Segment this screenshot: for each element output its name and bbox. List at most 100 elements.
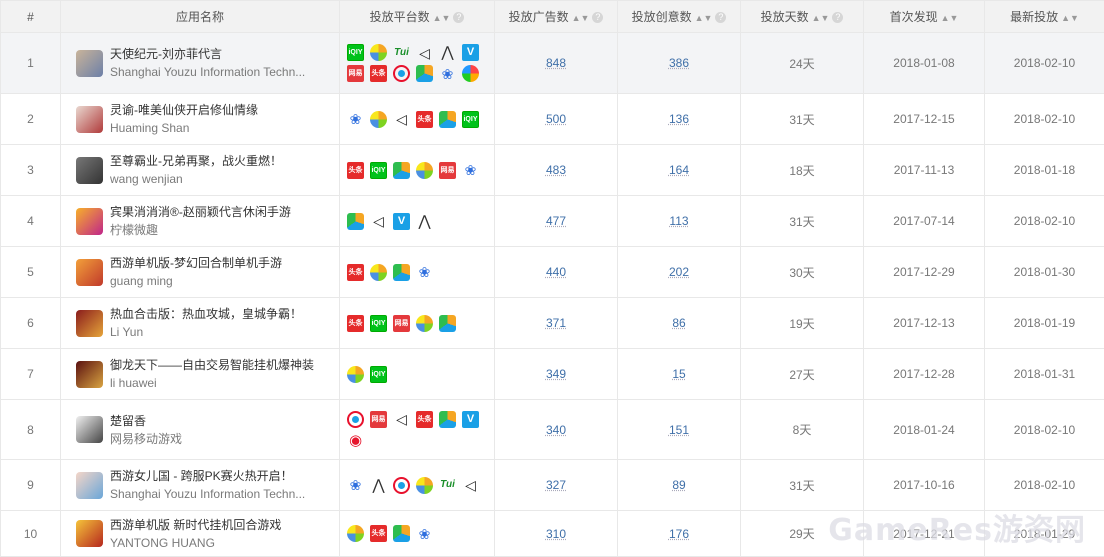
col-creatives[interactable]: 投放创意数▲▼? bbox=[618, 1, 741, 33]
fan-icon[interactable] bbox=[370, 264, 387, 281]
unity-icon[interactable]: ◁ bbox=[462, 477, 479, 494]
table-row[interactable]: 7御龙天下——自由交易智能挂机爆神装li huaweiiQIY3491527天2… bbox=[1, 349, 1104, 400]
col-days[interactable]: 投放天数▲▼? bbox=[741, 1, 864, 33]
huluwa-icon[interactable] bbox=[439, 411, 456, 428]
app-cell[interactable]: 灵谕-唯美仙侠开启修仙情缘Huaming Shan bbox=[61, 94, 340, 145]
huluwa-icon[interactable] bbox=[393, 525, 410, 542]
unity-icon[interactable]: ◁ bbox=[393, 411, 410, 428]
ads-count-link[interactable]: 310 bbox=[546, 527, 566, 541]
app-cell[interactable]: 西游单机版-梦幻回合制单机手游guang ming bbox=[61, 247, 340, 298]
toutiao-icon[interactable]: 头条 bbox=[347, 315, 364, 332]
baidu-icon[interactable]: ❀ bbox=[416, 264, 433, 281]
creatives-count-link[interactable]: 15 bbox=[672, 367, 685, 381]
vivo-icon[interactable]: V bbox=[462, 44, 479, 61]
help-icon[interactable]: ? bbox=[832, 12, 843, 23]
huluwa-icon[interactable] bbox=[393, 162, 410, 179]
tui-icon[interactable]: Tui bbox=[439, 477, 456, 494]
table-row[interactable]: 5西游单机版-梦幻回合制单机手游guang ming头条❀44020230天20… bbox=[1, 247, 1104, 298]
baidu-icon[interactable]: ❀ bbox=[347, 111, 364, 128]
app-icon-bingo[interactable] bbox=[76, 208, 103, 235]
ads-count-link[interactable]: 848 bbox=[546, 56, 566, 70]
sort-icon[interactable]: ▲▼ bbox=[941, 13, 959, 23]
toutiao-icon[interactable]: 头条 bbox=[347, 264, 364, 281]
app-name-link[interactable]: 西游女儿国 - 跨服PK赛火热开启！ bbox=[110, 467, 325, 485]
fan-icon[interactable] bbox=[347, 366, 364, 383]
creatives-count-link[interactable]: 386 bbox=[669, 56, 689, 70]
sort-icon[interactable]: ▲▼ bbox=[572, 13, 590, 23]
ads-count-link[interactable]: 327 bbox=[546, 478, 566, 492]
arrow-icon[interactable]: ⋀ bbox=[416, 213, 433, 230]
huluwa-icon[interactable] bbox=[416, 65, 433, 82]
iqiyi-icon[interactable]: iQIY bbox=[370, 162, 387, 179]
creatives-count-link[interactable]: 89 bbox=[672, 478, 685, 492]
tencent-video-icon[interactable] bbox=[347, 411, 364, 428]
huluwa-icon[interactable] bbox=[347, 213, 364, 230]
app-name-link[interactable]: 西游单机版 新时代挂机回合游戏 bbox=[110, 516, 325, 534]
fan-icon[interactable] bbox=[370, 44, 387, 61]
app-icon-xiyou2[interactable] bbox=[76, 520, 103, 547]
tui-icon[interactable]: Tui bbox=[393, 44, 410, 61]
ads-count-link[interactable]: 440 bbox=[546, 265, 566, 279]
sort-icon[interactable]: ▲▼ bbox=[695, 13, 713, 23]
toutiao-icon[interactable]: 头条 bbox=[347, 162, 364, 179]
ads-count-link[interactable]: 477 bbox=[546, 214, 566, 228]
unity-icon[interactable]: ◁ bbox=[393, 111, 410, 128]
fan-icon[interactable] bbox=[416, 162, 433, 179]
app-icon-chuliuxiang[interactable] bbox=[76, 416, 103, 443]
table-row[interactable]: 3至尊霸业-兄弟再聚，战火重燃！wang wenjian头条iQIY网易❀483… bbox=[1, 145, 1104, 196]
toutiao-icon[interactable]: 头条 bbox=[416, 111, 433, 128]
tencent-video-icon[interactable] bbox=[393, 65, 410, 82]
toutiao-icon[interactable]: 头条 bbox=[370, 65, 387, 82]
app-cell[interactable]: 西游女儿国 - 跨服PK赛火热开启！Shanghai Youzu Informa… bbox=[61, 460, 340, 511]
col-latest[interactable]: 最新投放▲▼ bbox=[985, 1, 1104, 33]
sort-icon[interactable]: ▲▼ bbox=[1061, 13, 1079, 23]
wangyi-icon[interactable]: 网易 bbox=[393, 315, 410, 332]
app-icon-yulong[interactable] bbox=[76, 361, 103, 388]
tencent-video-icon[interactable] bbox=[393, 477, 410, 494]
table-row[interactable]: 1天使纪元-刘亦菲代言Shanghai Youzu Information Te… bbox=[1, 33, 1104, 94]
table-row[interactable]: 8楚留香网易移动游戏网易◁头条V◉3401518天2018-01-242018-… bbox=[1, 400, 1104, 460]
table-row[interactable]: 2灵谕-唯美仙侠开启修仙情缘Huaming Shan❀◁头条iQIY500136… bbox=[1, 94, 1104, 145]
sort-icon[interactable]: ▲▼ bbox=[812, 13, 830, 23]
app-name-link[interactable]: 至尊霸业-兄弟再聚，战火重燃！ bbox=[110, 152, 325, 170]
iqiyi-icon[interactable]: iQIY bbox=[370, 315, 387, 332]
app-cell[interactable]: 天使纪元-刘亦菲代言Shanghai Youzu Information Tec… bbox=[61, 33, 340, 94]
app-cell[interactable]: 宾果消消消®-赵丽颖代言休闲手游柠檬微趣 bbox=[61, 196, 340, 247]
unity-icon[interactable]: ◁ bbox=[370, 213, 387, 230]
ads-count-link[interactable]: 483 bbox=[546, 163, 566, 177]
app-cell[interactable]: 楚留香网易移动游戏 bbox=[61, 400, 340, 460]
creatives-count-link[interactable]: 136 bbox=[669, 112, 689, 126]
baidu-icon[interactable]: ❀ bbox=[439, 65, 456, 82]
toutiao-icon[interactable]: 头条 bbox=[416, 411, 433, 428]
arrow-icon[interactable]: ⋀ bbox=[370, 477, 387, 494]
app-name-link[interactable]: 御龙天下——自由交易智能挂机爆神装 bbox=[110, 356, 325, 374]
huluwa-icon[interactable] bbox=[393, 264, 410, 281]
col-platforms[interactable]: 投放平台数▲▼? bbox=[340, 1, 495, 33]
app-name-link[interactable]: 热血合击版：热血攻城，皇城争霸！ bbox=[110, 305, 325, 323]
app-cell[interactable]: 御龙天下——自由交易智能挂机爆神装li huawei bbox=[61, 349, 340, 400]
wangyi-icon[interactable]: 网易 bbox=[439, 162, 456, 179]
creatives-count-link[interactable]: 176 bbox=[669, 527, 689, 541]
app-name-link[interactable]: 天使纪元-刘亦菲代言 bbox=[110, 45, 325, 63]
toutiao-icon[interactable]: 头条 bbox=[370, 525, 387, 542]
app-name-link[interactable]: 灵谕-唯美仙侠开启修仙情缘 bbox=[110, 101, 325, 119]
sort-icon[interactable]: ▲▼ bbox=[433, 13, 451, 23]
help-icon[interactable]: ? bbox=[715, 12, 726, 23]
iqiyi-icon[interactable]: iQIY bbox=[462, 111, 479, 128]
creatives-count-link[interactable]: 113 bbox=[669, 214, 688, 228]
app-cell[interactable]: 西游单机版 新时代挂机回合游戏YANTONG HUANG bbox=[61, 511, 340, 557]
help-icon[interactable]: ? bbox=[592, 12, 603, 23]
creatives-count-link[interactable]: 164 bbox=[669, 163, 689, 177]
iqiyi-icon[interactable]: iQIY bbox=[347, 44, 364, 61]
fan-icon[interactable] bbox=[416, 315, 433, 332]
app-icon-rexue[interactable] bbox=[76, 310, 103, 337]
table-row[interactable]: 9西游女儿国 - 跨服PK赛火热开启！Shanghai Youzu Inform… bbox=[1, 460, 1104, 511]
creatives-count-link[interactable]: 202 bbox=[669, 265, 689, 279]
col-ads[interactable]: 投放广告数▲▼? bbox=[495, 1, 618, 33]
weibo-icon[interactable]: ◉ bbox=[347, 432, 364, 449]
fan-icon[interactable] bbox=[416, 477, 433, 494]
ads-count-link[interactable]: 371 bbox=[546, 316, 566, 330]
baidu-icon[interactable]: ❀ bbox=[347, 477, 364, 494]
baidu-icon[interactable]: ❀ bbox=[416, 525, 433, 542]
baidu-icon[interactable]: ❀ bbox=[462, 162, 479, 179]
